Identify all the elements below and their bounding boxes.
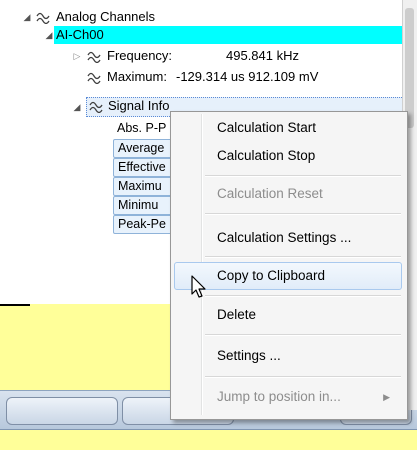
expand-arrow-icon[interactable]: ▷: [72, 51, 82, 61]
menu-separator: [205, 256, 401, 258]
tree-item-ai-ch00[interactable]: AI-Ch00: [56, 26, 104, 44]
tree-item-frequency-value: 495.841 kHz: [226, 48, 299, 63]
selection-highlight: [54, 26, 417, 44]
tree-item-signal-info[interactable]: Signal Info: [108, 97, 169, 115]
menu-item-label: Calculation Start: [217, 120, 317, 135]
panel-rule: [0, 304, 30, 306]
menu-item-calculation-reset[interactable]: Calculation Reset: [174, 182, 402, 206]
menu-item-label: Copy to Clipboard: [217, 268, 326, 283]
menu-separator: [205, 295, 401, 297]
context-menu: Calculation Start Calculation Stop Calcu…: [170, 111, 408, 420]
menu-item-calculation-settings[interactable]: Calculation Settings ...: [174, 226, 402, 250]
tree-item-maximum-value: -129.314 us 912.109 mV: [176, 69, 319, 84]
waveform-icon: [87, 51, 101, 63]
scrollbar-thumb[interactable]: [405, 8, 414, 128]
menu-item-label: Calculation Settings ...: [217, 230, 352, 245]
menu-separator: [205, 175, 401, 177]
tree-item-maximum-label[interactable]: Maximum:: [107, 68, 167, 86]
waveform-icon: [87, 72, 101, 84]
tree-item-analog-channels[interactable]: Analog Channels: [56, 8, 155, 26]
menu-separator: [205, 213, 401, 215]
collapse-arrow-icon[interactable]: ◢: [72, 102, 82, 112]
submenu-arrow-icon: ▶: [383, 392, 390, 402]
waveform-icon: [36, 12, 50, 24]
menu-item-calculation-start[interactable]: Calculation Start: [174, 116, 402, 140]
waveform-icon: [89, 101, 103, 113]
menu-item-label: Calculation Stop: [217, 148, 316, 163]
menu-item-label: Jump to position in...: [217, 389, 341, 404]
menu-separator: [205, 334, 401, 336]
menu-item-delete[interactable]: Delete: [174, 303, 402, 327]
mouse-cursor-icon: [191, 275, 206, 298]
menu-item-settings[interactable]: Settings ...: [174, 344, 402, 368]
menu-item-jump-to-position[interactable]: Jump to position in... ▶: [174, 385, 402, 409]
menu-separator: [205, 376, 401, 378]
menu-item-label: Delete: [217, 307, 257, 322]
menu-item-label: Settings ...: [217, 348, 281, 363]
collapse-arrow-icon[interactable]: ◢: [22, 12, 32, 22]
tree-item-abs-pp[interactable]: Abs. P-P: [117, 119, 166, 137]
menu-item-calculation-stop[interactable]: Calculation Stop: [174, 144, 402, 168]
taskbar-button[interactable]: [6, 397, 118, 425]
tree-item-frequency-label[interactable]: Frequency:: [107, 47, 172, 65]
collapse-arrow-icon[interactable]: ◢: [44, 30, 54, 40]
screen: ◢ Analog Channels ◢ AI-Ch00 ▷ Frequency:…: [0, 0, 417, 450]
menu-item-label: Calculation Reset: [217, 186, 323, 201]
